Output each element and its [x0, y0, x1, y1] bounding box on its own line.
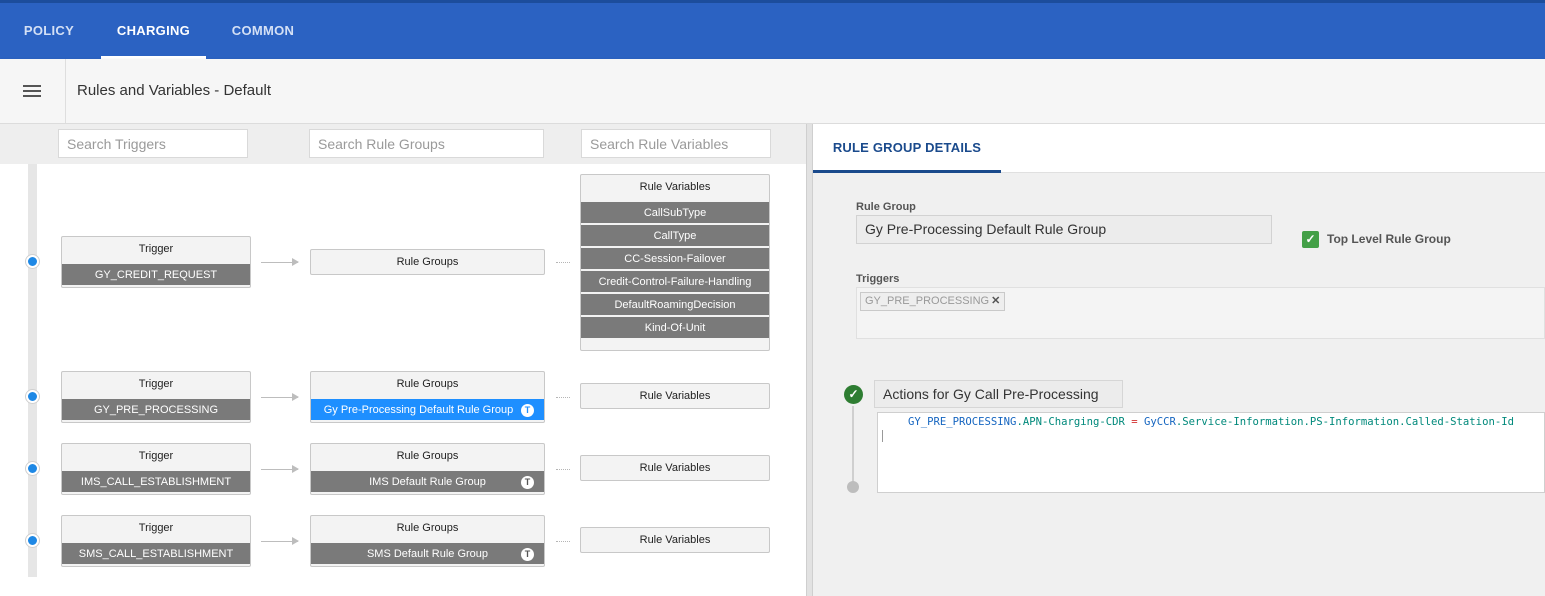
rule-group-item[interactable]: SMS Default Rule Group T [311, 541, 544, 564]
trigger-name[interactable]: IMS_CALL_ESTABLISHMENT [62, 469, 250, 492]
rule-variables-card[interactable]: Rule Variables CallSubType CallType CC-S… [580, 174, 770, 351]
rule-group-name: SMS Default Rule Group [366, 548, 489, 560]
search-triggers-input[interactable] [58, 129, 248, 158]
arrow-connector [261, 465, 299, 473]
top-level-badge-icon: T [521, 404, 534, 417]
trigger-name[interactable]: GY_CREDIT_REQUEST [62, 262, 250, 285]
trigger-card[interactable]: Trigger GY_CREDIT_REQUEST [61, 236, 251, 288]
rule-groups-header: Rule Groups [396, 522, 459, 534]
top-level-badge-icon: T [521, 548, 534, 561]
rule-variable-item[interactable]: DefaultRoamingDecision [581, 292, 769, 315]
timeline-dot [26, 255, 39, 268]
search-rule-variables-input[interactable] [581, 129, 771, 158]
actions-title: Actions for Gy Call Pre-Processing [874, 380, 1123, 408]
rule-groups-card[interactable]: Rule Groups [310, 249, 545, 275]
page-header: Rules and Variables - Default [0, 59, 1545, 124]
timeline-end-dot [847, 481, 859, 493]
rules-flow-panel: Trigger GY_CREDIT_REQUEST Rule Groups Ru… [0, 124, 806, 596]
trigger-chip: GY_PRE_PROCESSING ✕ [860, 292, 1006, 311]
top-level-badge-icon: T [521, 476, 534, 489]
tab-policy[interactable]: POLICY [10, 3, 88, 59]
trigger-card[interactable]: Trigger GY_PRE_PROCESSING [61, 371, 251, 423]
top-level-label: Top Level Rule Group [1327, 232, 1451, 246]
rule-variables-card[interactable]: Rule Variables [580, 455, 770, 481]
actions-timeline [852, 406, 854, 486]
hamburger-menu-icon[interactable] [0, 59, 66, 123]
rule-variables-card[interactable]: Rule Variables [580, 383, 770, 409]
trigger-name[interactable]: GY_PRE_PROCESSING [62, 397, 250, 420]
tab-common[interactable]: COMMON [220, 3, 306, 59]
rule-groups-card[interactable]: Rule Groups IMS Default Rule Group T [310, 443, 545, 495]
code-var: GY_PRE_PROCESSING [908, 416, 1017, 428]
rule-group-item-selected[interactable]: Gy Pre-Processing Default Rule Group T [311, 397, 544, 420]
rule-variables-header: Rule Variables [639, 181, 711, 193]
rule-groups-header: Rule Groups [396, 450, 459, 462]
check-circle-icon: ✓ [844, 385, 863, 404]
top-navigation: POLICY CHARGING COMMON [0, 0, 1545, 59]
search-bar [0, 124, 806, 164]
trigger-header: Trigger [138, 450, 174, 462]
timeline-dot [26, 462, 39, 475]
text-caret [882, 430, 883, 442]
dotted-connector [556, 541, 570, 542]
dotted-connector [556, 397, 570, 398]
top-level-checkbox[interactable]: ✓ [1302, 231, 1319, 248]
timeline-dot [26, 534, 39, 547]
rule-variable-item[interactable]: Kind-Of-Unit [581, 315, 769, 338]
rule-variables-card[interactable]: Rule Variables [580, 527, 770, 553]
rule-group-details-panel: RULE GROUP DETAILS Rule Group Gy Pre-Pro… [813, 124, 1545, 596]
trigger-card[interactable]: Trigger SMS_CALL_ESTABLISHMENT [61, 515, 251, 567]
rule-groups-card[interactable]: Rule Groups SMS Default Rule Group T [310, 515, 545, 567]
arrow-connector [261, 258, 299, 266]
triggers-label: Triggers [856, 273, 900, 285]
trigger-name[interactable]: SMS_CALL_ESTABLISHMENT [62, 541, 250, 564]
tab-charging[interactable]: CHARGING [101, 3, 206, 59]
code-line: GY_PRE_PROCESSING.APN-Charging-CDR = GyC… [908, 416, 1514, 428]
trigger-header: Trigger [138, 243, 174, 255]
arrow-connector [261, 537, 299, 545]
actions-code-editor[interactable]: GY_PRE_PROCESSING.APN-Charging-CDR = GyC… [877, 412, 1545, 493]
code-rhs-var: GyCCR [1144, 416, 1176, 428]
trigger-header: Trigger [138, 522, 174, 534]
search-rule-groups-input[interactable] [309, 129, 544, 158]
rule-variable-item[interactable]: CC-Session-Failover [581, 246, 769, 269]
rule-groups-card[interactable]: Rule Groups Gy Pre-Processing Default Ru… [310, 371, 545, 423]
panel-resize-handle[interactable] [806, 124, 813, 596]
rule-group-item[interactable]: IMS Default Rule Group T [311, 469, 544, 492]
timeline [28, 164, 37, 577]
timeline-dot [26, 390, 39, 403]
code-op: = [1124, 416, 1145, 428]
details-tab-bar: RULE GROUP DETAILS [813, 124, 1545, 173]
trigger-chip-label: GY_PRE_PROCESSING [865, 295, 990, 307]
rule-group-label: Rule Group [856, 201, 916, 213]
rule-group-field[interactable]: Gy Pre-Processing Default Rule Group [856, 215, 1272, 244]
code-prop: APN-Charging-CDR [1022, 416, 1125, 428]
rule-variable-item[interactable]: CallSubType [581, 200, 769, 223]
trigger-card[interactable]: Trigger IMS_CALL_ESTABLISHMENT [61, 443, 251, 495]
rule-variable-item[interactable]: Credit-Control-Failure-Handling [581, 269, 769, 292]
code-rhs-prop: .Service-Information.PS-Information.Call… [1175, 416, 1514, 428]
dotted-connector [556, 262, 570, 263]
rule-group-name: IMS Default Rule Group [369, 476, 486, 488]
tab-rule-group-details[interactable]: RULE GROUP DETAILS [813, 124, 1001, 173]
arrow-connector [261, 393, 299, 401]
page-title: Rules and Variables - Default [77, 82, 271, 99]
triggers-field[interactable]: GY_PRE_PROCESSING ✕ [856, 287, 1545, 339]
rule-group-name: Gy Pre-Processing Default Rule Group [323, 404, 514, 416]
trigger-header: Trigger [138, 378, 174, 390]
dotted-connector [556, 469, 570, 470]
remove-chip-icon[interactable]: ✕ [991, 295, 1000, 307]
rule-groups-header: Rule Groups [396, 378, 459, 390]
rule-variable-item[interactable]: CallType [581, 223, 769, 246]
